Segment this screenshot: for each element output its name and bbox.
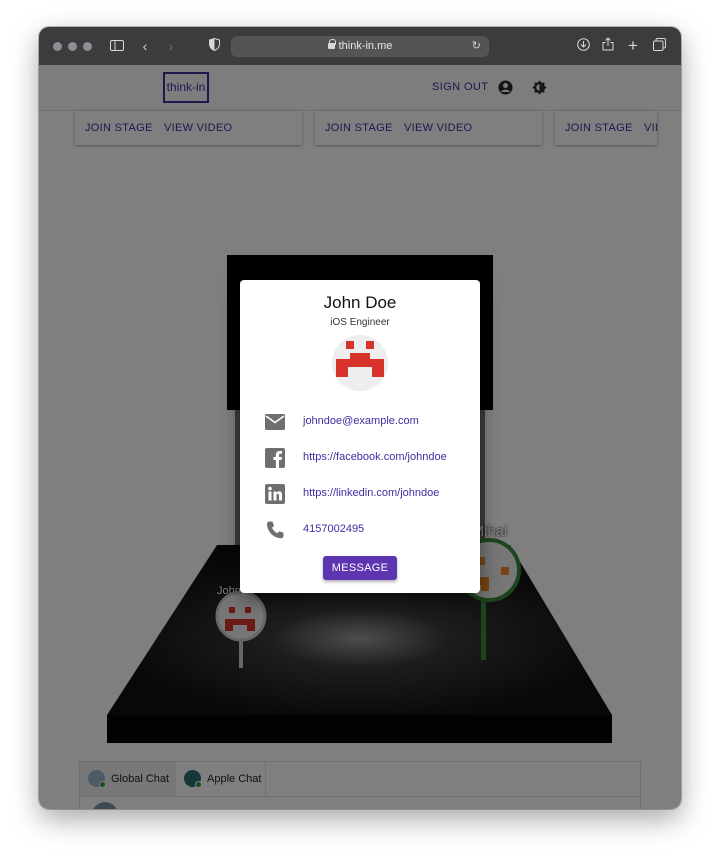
lock-icon [327,39,336,49]
linkedin-row: https://linkedin.com/johndoe [264,483,464,505]
new-tab-icon[interactable]: + [623,36,643,56]
sidebar-icon[interactable] [107,36,127,56]
zoom-window-button[interactable] [83,42,92,51]
address-bar[interactable]: think-in.me ↻ [231,36,489,57]
email-row: johndoe@example.com [264,411,464,433]
phone-row: 4157002495 [264,519,464,541]
close-window-button[interactable] [53,42,62,51]
phone-icon [264,519,286,541]
email-link[interactable]: johndoe@example.com [303,415,419,427]
phone-link[interactable]: 4157002495 [303,523,364,535]
email-icon [264,411,286,433]
avatar [332,335,388,391]
minimize-window-button[interactable] [68,42,77,51]
shield-icon[interactable] [204,36,224,56]
profile-card: John Doe iOS Engineer johndoe@example.co… [240,280,480,593]
facebook-row: https://facebook.com/johndoe [264,447,464,469]
browser-window: ‹ › think-in.me ↻ + think-in SIGN OUT [39,27,681,809]
back-icon[interactable]: ‹ [135,36,155,56]
address-url: think-in.me [338,40,393,52]
tabs-overview-icon[interactable] [649,36,669,56]
reload-icon[interactable]: ↻ [472,36,481,57]
linkedin-link[interactable]: https://linkedin.com/johndoe [303,487,439,499]
forward-icon[interactable]: › [161,36,181,56]
profile-title: iOS Engineer [330,317,390,328]
facebook-icon [264,447,286,469]
share-icon[interactable] [598,36,618,56]
message-button[interactable]: MESSAGE [323,556,397,580]
linkedin-icon [264,483,286,505]
facebook-link[interactable]: https://facebook.com/johndoe [303,451,447,463]
web-page: think-in SIGN OUT JOIN STAGE VIEW VIDEO … [39,65,681,809]
browser-toolbar: ‹ › think-in.me ↻ + [39,27,681,65]
profile-name: John Doe [323,293,397,312]
downloads-icon[interactable] [573,36,593,56]
